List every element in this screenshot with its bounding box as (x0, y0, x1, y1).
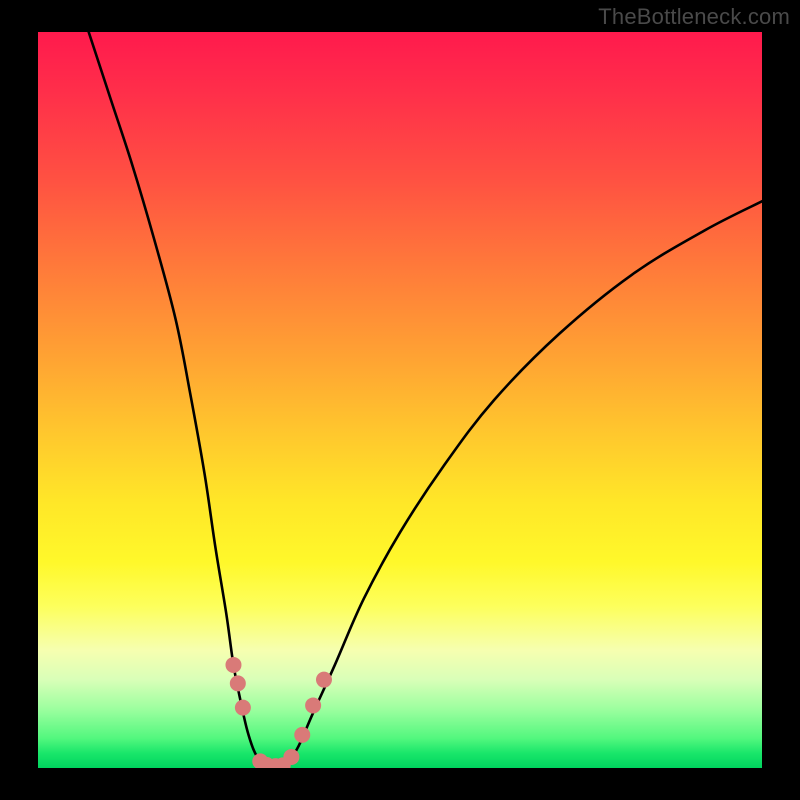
plot-area (38, 32, 762, 768)
watermark-text: TheBottleneck.com (598, 4, 790, 30)
chart-svg (38, 32, 762, 768)
curve-group (89, 32, 762, 767)
chart-frame: TheBottleneck.com (0, 0, 800, 800)
marker-dot (283, 749, 299, 765)
marker-dot (230, 675, 246, 691)
series-left-curve (89, 32, 263, 764)
marker-group (225, 657, 332, 768)
marker-dot (235, 700, 251, 716)
marker-dot (294, 727, 310, 743)
marker-dot (316, 672, 332, 688)
marker-dot (305, 697, 321, 713)
series-right-curve (288, 201, 762, 763)
marker-dot (225, 657, 241, 673)
